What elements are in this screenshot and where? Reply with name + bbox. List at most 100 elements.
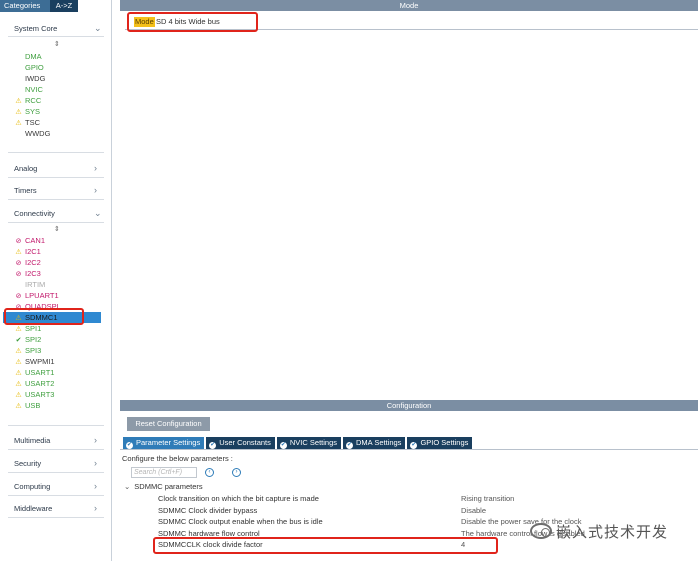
parameter-name: SDMMC Clock output enable when the bus i…: [158, 517, 323, 526]
item-label: USB: [25, 401, 41, 410]
check-icon: ✔: [126, 442, 133, 449]
categories-panel: Categories A->Z System Core ⌄ ⇕ DMA GPIO I…: [0, 0, 112, 561]
category-analog[interactable]: Analog ›: [0, 162, 112, 176]
list-item-spi2[interactable]: ✔ SPI2: [14, 334, 102, 345]
category-label: Connectivity: [14, 209, 55, 218]
tab-user-constants[interactable]: ✔ User Constants: [206, 437, 275, 449]
item-label: IWDG: [25, 74, 46, 83]
category-label: Computing: [14, 482, 51, 491]
mode-header: Mode: [120, 0, 698, 11]
item-label: NVIC: [25, 85, 43, 94]
item-label: SWPMI1: [25, 357, 55, 366]
check-icon: ✔: [279, 442, 287, 449]
list-item-sys[interactable]: ⚠ SYS: [14, 106, 102, 117]
tab-categories[interactable]: Categories: [0, 0, 50, 12]
chevron-right-icon: ›: [94, 435, 97, 445]
list-item-usb[interactable]: ⚠ USB: [14, 400, 102, 411]
list-item-usart2[interactable]: ⚠ USART2: [14, 378, 102, 389]
list-item-spi3[interactable]: ⚠ SPI3: [14, 345, 102, 356]
sort-icon[interactable]: ⇕: [54, 225, 60, 233]
warning-icon: ⚠: [15, 403, 22, 410]
list-item-swpmi1[interactable]: ⚠ SWPMI1: [14, 356, 102, 367]
item-label: USART3: [25, 390, 55, 399]
group-sdmmc-parameters[interactable]: ⌄ SDMMC parameters: [124, 482, 203, 491]
item-label: GPIO: [25, 63, 44, 72]
parameter-value[interactable]: Rising transition: [461, 493, 514, 504]
list-item-dma[interactable]: DMA: [14, 51, 102, 62]
chevron-down-icon: ⌄: [94, 23, 102, 33]
highlight-sdmmc1: [4, 308, 84, 325]
list-item-can1[interactable]: ⊘ CAN1: [14, 235, 102, 246]
list-item-usart3[interactable]: ⚠ USART3: [14, 389, 102, 400]
category-label: System Core: [14, 24, 58, 33]
chevron-right-icon: ›: [94, 503, 97, 513]
parameter-value[interactable]: Disable: [461, 505, 486, 516]
divider: [8, 177, 104, 178]
category-label: Middleware: [14, 504, 53, 513]
item-label: USART1: [25, 368, 55, 377]
reset-configuration-button[interactable]: Reset Configuration: [127, 417, 210, 431]
parameter-name: Clock transition on which the bit captur…: [158, 494, 319, 503]
category-connectivity[interactable]: Connectivity ⌄: [0, 207, 112, 221]
list-item-i2c2[interactable]: ⊘ I2C2: [14, 257, 102, 268]
divider: [8, 472, 104, 473]
list-item-tsc[interactable]: ⚠ TSC: [14, 117, 102, 128]
tab-nvic-settings[interactable]: ✔ NVIC Settings: [276, 437, 341, 449]
list-item-wwdg[interactable]: WWDG: [14, 128, 102, 139]
list-item-nvic[interactable]: NVIC: [14, 84, 102, 95]
divider: [8, 152, 104, 153]
chevron-right-icon: ›: [94, 163, 97, 173]
watermark-text: 嵌入式技术开发: [556, 524, 669, 541]
list-item-iwdg[interactable]: IWDG: [14, 73, 102, 84]
highlight-clock-divide: [153, 537, 498, 554]
divider: [120, 449, 698, 450]
list-item-rcc[interactable]: ⚠ RCC: [14, 95, 102, 106]
item-label: USART2: [25, 379, 55, 388]
tab-gpio-settings[interactable]: ✔ GPIO Settings: [407, 437, 473, 449]
search-prev-icon[interactable]: ‹: [205, 468, 214, 477]
item-label: TSC: [25, 118, 40, 127]
category-computing[interactable]: Computing ›: [0, 480, 112, 494]
item-label: SPI3: [25, 346, 42, 355]
tab-dma-settings[interactable]: ✔ DMA Settings: [343, 437, 406, 449]
search-next-icon[interactable]: ›: [232, 468, 241, 477]
item-label: IRTIM: [25, 280, 46, 289]
divider: [8, 36, 104, 37]
tab-label: User Constants: [219, 438, 271, 447]
view-tabs: Categories A->Z: [0, 0, 112, 12]
wechat-icon: [530, 523, 552, 539]
tab-label: DMA Settings: [356, 438, 402, 447]
tab-a-to-z[interactable]: A->Z: [50, 0, 78, 12]
tab-parameter-settings[interactable]: ✔ Parameter Settings: [123, 437, 205, 449]
category-multimedia[interactable]: Multimedia ›: [0, 434, 112, 448]
divider: [8, 222, 104, 223]
divider: [8, 425, 104, 426]
list-item-irtim[interactable]: IRTIM: [14, 279, 102, 290]
search-input[interactable]: Search (Crtl+F): [131, 467, 197, 478]
list-item-usart1[interactable]: ⚠ USART1: [14, 367, 102, 378]
category-middleware[interactable]: Middleware ›: [0, 502, 112, 516]
category-label: Multimedia: [14, 436, 51, 445]
check-icon: ✔: [346, 442, 353, 449]
parameter-row[interactable]: Clock transition on which the bit captur…: [158, 493, 698, 504]
chevron-right-icon: ›: [94, 481, 97, 491]
list-item-lpuart1[interactable]: ⊘ LPUART1: [14, 290, 102, 301]
check-icon: ✔: [209, 442, 217, 449]
list-item-gpio[interactable]: GPIO: [14, 62, 102, 73]
item-label: DMA: [25, 52, 42, 61]
list-item-i2c3[interactable]: ⊘ I2C3: [14, 268, 102, 279]
divider: [8, 495, 104, 496]
configuration-header: Configuration: [120, 400, 698, 411]
chevron-right-icon: ›: [94, 458, 97, 468]
parameter-row[interactable]: SDMMC Clock divider bypass Disable: [158, 505, 698, 516]
sort-icon[interactable]: ⇕: [54, 40, 60, 48]
category-label: Timers: [14, 186, 37, 195]
category-security[interactable]: Security ›: [0, 457, 112, 471]
tab-label: Parameter Settings: [136, 438, 201, 447]
item-label: WWDG: [25, 129, 51, 138]
list-item-i2c1[interactable]: ⚠ I2C1: [14, 246, 102, 257]
category-system-core[interactable]: System Core ⌄: [0, 22, 112, 36]
category-timers[interactable]: Timers ›: [0, 184, 112, 198]
tab-label: NVIC Settings: [289, 438, 337, 447]
chevron-down-icon: ⌄: [94, 208, 102, 218]
